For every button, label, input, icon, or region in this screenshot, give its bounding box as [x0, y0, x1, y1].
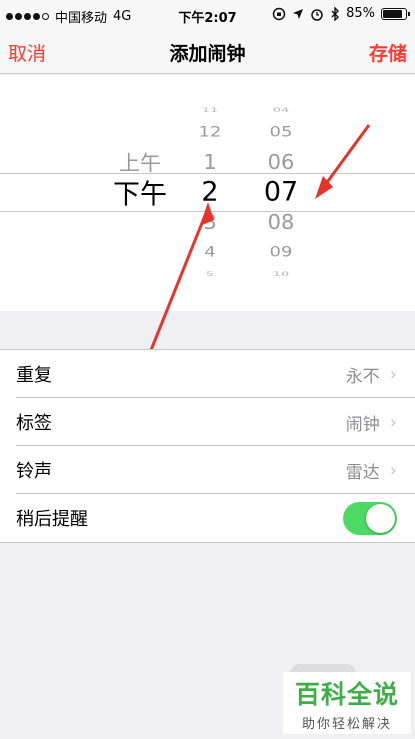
ampm-option[interactable]: 下午: [113, 173, 167, 212]
repeat-row[interactable]: 重复 永不 ›: [0, 350, 415, 398]
hour-option[interactable]: 2: [201, 177, 218, 208]
location-icon: [293, 8, 304, 19]
battery-percent: 85%: [346, 6, 375, 21]
hour-option[interactable]: 1: [203, 150, 216, 173]
watermark-logo: 百科全说 助你轻松解决: [283, 672, 411, 734]
chevron-right-icon: ›: [389, 363, 397, 385]
rotation-lock-icon: [272, 7, 286, 20]
page-title: 添加闹钟: [169, 43, 246, 65]
alarm-settings-list: 重复 永不 › 标签 闹钟 › 铃声 雷达 › 稍后提醒: [0, 349, 415, 543]
minute-option[interactable]: 08: [268, 210, 295, 233]
nav-bar: 取消 添加闹钟 存储: [0, 30, 415, 74]
snooze-label: 稍后提醒: [16, 509, 88, 530]
sound-value: 雷达: [345, 462, 380, 483]
snooze-row: 稍后提醒: [0, 494, 415, 542]
sound-row[interactable]: 铃声 雷达 ›: [0, 446, 415, 494]
sound-label: 铃声: [16, 461, 52, 482]
minute-option[interactable]: 09: [270, 244, 293, 260]
status-right: 85%: [272, 6, 410, 21]
bluetooth-icon: [331, 6, 340, 21]
repeat-value: 永不: [345, 366, 380, 387]
status-bar: 中国移动 4G 下午2:07 85%: [0, 0, 415, 30]
toggle-knob: [366, 503, 395, 533]
hour-option[interactable]: 3: [203, 210, 216, 233]
minute-option[interactable]: 05: [270, 124, 293, 140]
chevron-right-icon: ›: [389, 411, 397, 433]
minute-option[interactable]: 10: [273, 270, 290, 278]
hour-option[interactable]: 11: [202, 106, 219, 114]
label-label: 标签: [16, 413, 52, 434]
watermark-subtitle: 助你轻松解决: [301, 716, 392, 732]
minute-option[interactable]: 06: [268, 150, 295, 173]
save-button[interactable]: 存储: [369, 39, 407, 66]
battery-fill: [383, 9, 402, 18]
snooze-toggle[interactable]: [343, 501, 397, 535]
label-row[interactable]: 标签 闹钟 ›: [0, 398, 415, 446]
alarm-icon: [311, 8, 323, 21]
label-value: 闹钟: [345, 414, 380, 435]
battery-icon: [381, 7, 410, 20]
hour-option[interactable]: 4: [204, 244, 215, 260]
hour-option[interactable]: 12: [199, 124, 222, 140]
minute-option[interactable]: 07: [264, 177, 298, 208]
repeat-label: 重复: [16, 365, 52, 386]
time-picker[interactable]: 上午 下午 11 12 1 2 3 4 5 04 05 06 07 08 09 10: [0, 75, 415, 311]
chevron-right-icon: ›: [389, 459, 397, 481]
hour-option[interactable]: 5: [206, 270, 214, 278]
minute-option[interactable]: 04: [273, 106, 290, 114]
watermark-title: 百科全说: [294, 679, 399, 709]
